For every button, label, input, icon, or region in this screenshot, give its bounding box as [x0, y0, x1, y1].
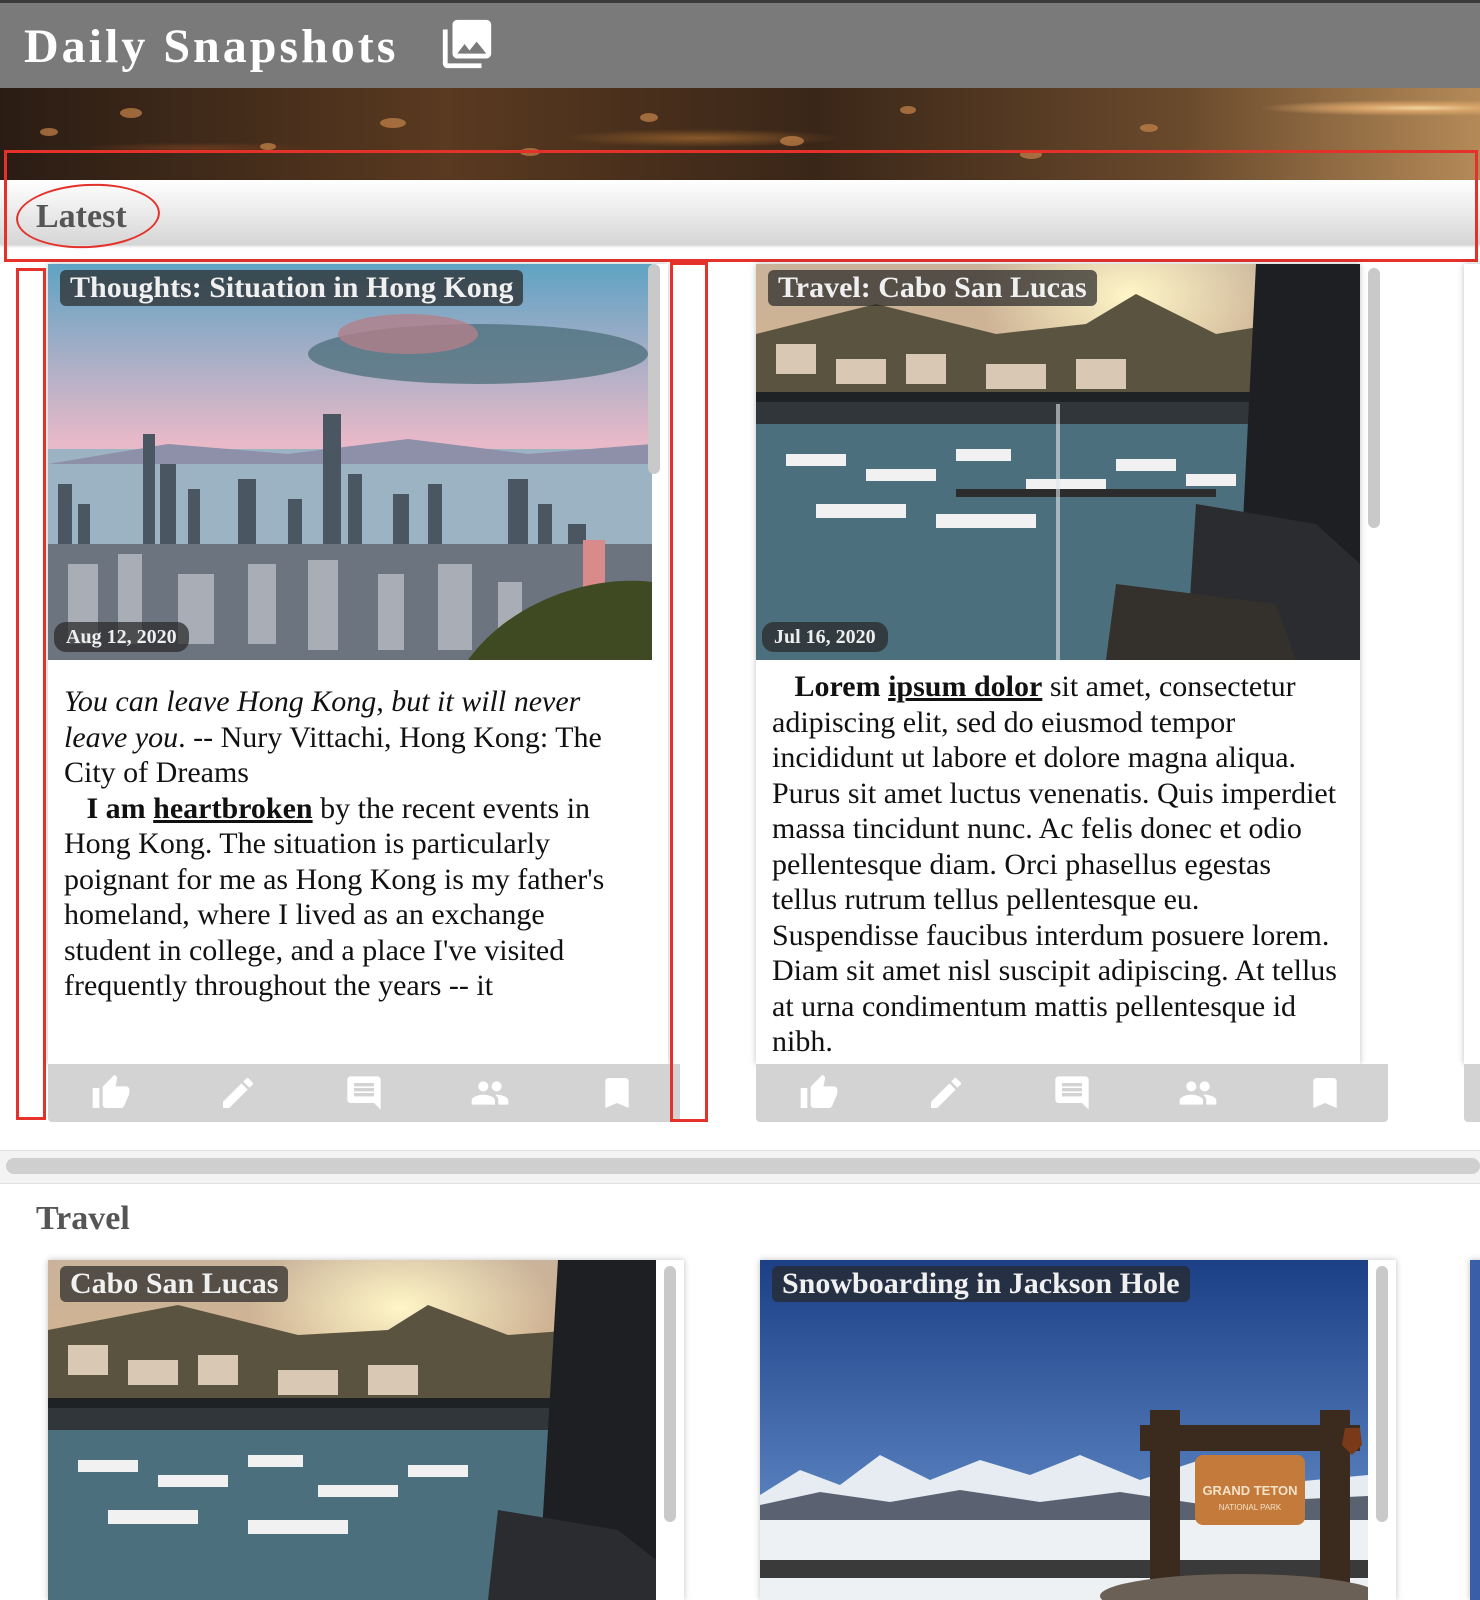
photo-library-icon	[442, 19, 492, 69]
like-button[interactable]	[797, 1071, 841, 1115]
comment-button[interactable]	[342, 1071, 386, 1115]
card-action-bar	[48, 1064, 680, 1122]
body-link-heartbroken[interactable]: heartbroken	[153, 792, 312, 825]
card-scrollbar-outer[interactable]	[1368, 268, 1380, 528]
bookmark-button[interactable]	[595, 1071, 639, 1115]
body-rest: sit amet, consectetur adipiscing elit, s…	[772, 670, 1337, 1058]
card-image-jackson-hole: GRAND TETON NATIONAL PARK Snowboarding i…	[760, 1260, 1368, 1600]
body-paragraph: I am heartbroken by the recent events in…	[64, 791, 634, 1004]
share-button[interactable]	[468, 1071, 512, 1115]
card-title[interactable]: Travel: Cabo San Lucas	[768, 270, 1097, 306]
body-link-ipsum-dolor[interactable]: ipsum dolor	[888, 670, 1042, 703]
bookmark-icon	[605, 1078, 629, 1108]
section-title-travel: Travel	[36, 1200, 130, 1237]
share-button[interactable]	[1176, 1071, 1220, 1115]
app-title[interactable]: Daily Snapshots	[24, 19, 398, 74]
card-action-bar-peek	[1464, 1064, 1480, 1122]
bookmark-icon	[1313, 1078, 1337, 1108]
like-button[interactable]	[89, 1071, 133, 1115]
sign-text-grand-teton: GRAND TETON	[1202, 1483, 1297, 1498]
annotation-box-right	[670, 262, 708, 1122]
pencil-icon	[930, 1077, 961, 1108]
hong-kong-skyline-image	[48, 264, 652, 660]
people-icon	[472, 1081, 509, 1105]
thumb-up-icon	[92, 1074, 130, 1108]
travel-card-jackson-hole[interactable]: GRAND TETON NATIONAL PARK Snowboarding i…	[760, 1260, 1396, 1600]
card-title[interactable]: Snowboarding in Jackson Hole	[772, 1266, 1190, 1302]
cabo-marina-image	[48, 1260, 656, 1600]
cabo-marina-image	[756, 264, 1360, 660]
comment-button[interactable]	[1050, 1071, 1094, 1115]
body-bold: Lorem	[794, 670, 889, 703]
pencil-icon	[222, 1077, 253, 1108]
card-date: Jul 16, 2020	[762, 622, 888, 652]
card-image-cabo: Travel: Cabo San Lucas Jul 16, 2020	[756, 264, 1360, 660]
thumb-up-icon	[800, 1074, 838, 1108]
card-scrollbar[interactable]	[664, 1266, 676, 1522]
card-body-text: You can leave Hong Kong, but it will nev…	[64, 684, 634, 1004]
travel-card-peek[interactable]	[1470, 1260, 1480, 1600]
horizontal-scrollbar[interactable]	[6, 1158, 1480, 1174]
travel-card-cabo[interactable]: Cabo San Lucas	[48, 1260, 684, 1600]
annotation-box-header	[4, 150, 1478, 262]
comment-icon	[347, 1076, 381, 1110]
grand-teton-sign-image: GRAND TETON NATIONAL PARK	[760, 1260, 1368, 1600]
annotation-box-left	[16, 268, 46, 1120]
card-body-text: Lorem ipsum dolor sit amet, consectetur …	[772, 669, 1337, 1060]
card-scrollbar[interactable]	[1376, 1266, 1388, 1522]
card-title[interactable]: Thoughts: Situation in Hong Kong	[60, 270, 524, 306]
comment-icon	[1055, 1076, 1089, 1110]
body-bold: I am	[86, 791, 154, 825]
quote-paragraph: You can leave Hong Kong, but it will nev…	[64, 684, 634, 791]
post-card-hong-kong[interactable]: Thoughts: Situation in Hong Kong Aug 12,…	[48, 264, 668, 1064]
bookmark-button[interactable]	[1303, 1071, 1347, 1115]
card-action-bar	[756, 1064, 1388, 1122]
card-date: Aug 12, 2020	[54, 622, 189, 652]
people-icon	[1180, 1081, 1217, 1105]
card-image-hong-kong: Thoughts: Situation in Hong Kong Aug 12,…	[48, 264, 652, 660]
app-header: Daily Snapshots	[0, 3, 1480, 88]
card-title[interactable]: Cabo San Lucas	[60, 1266, 289, 1302]
edit-button[interactable]	[924, 1071, 968, 1115]
post-card-cabo[interactable]: Travel: Cabo San Lucas Jul 16, 2020 Lore…	[756, 264, 1360, 1064]
sign-text-national-park: NATIONAL PARK	[1219, 1503, 1282, 1512]
post-card-peek[interactable]	[1464, 264, 1480, 1064]
card-scrollbar[interactable]	[648, 264, 660, 474]
card-image-cabo: Cabo San Lucas	[48, 1260, 656, 1600]
body-paragraph: Lorem ipsum dolor sit amet, consectetur …	[772, 669, 1337, 1060]
edit-button[interactable]	[216, 1071, 260, 1115]
